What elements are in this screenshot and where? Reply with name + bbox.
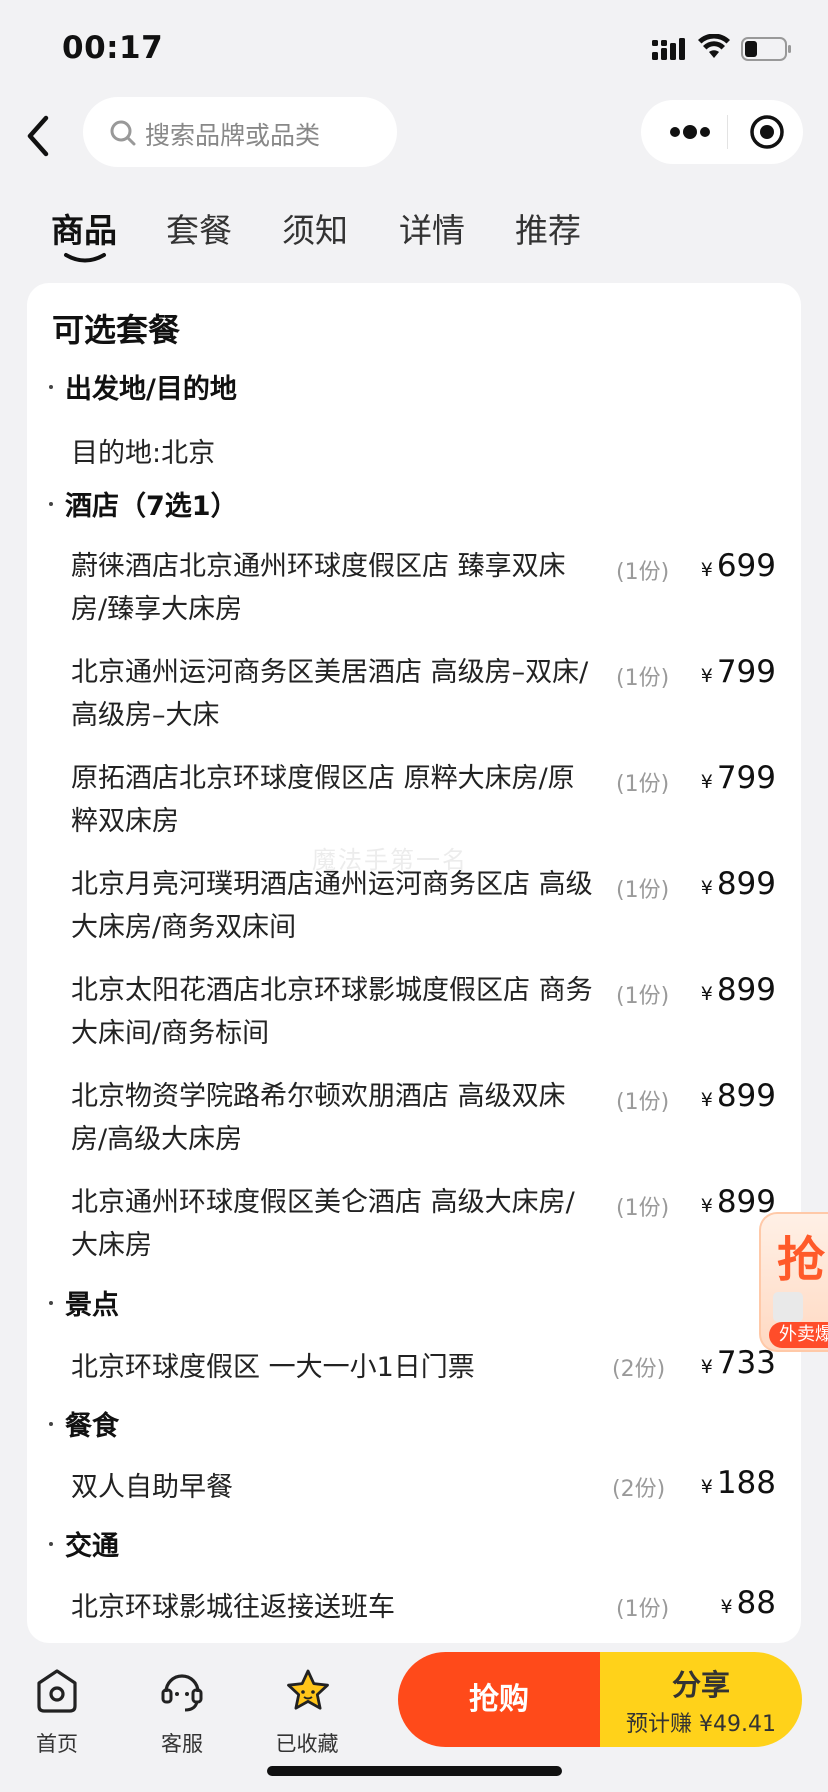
hotel-qty: (1份)	[616, 772, 670, 797]
hotel-price: ¥699	[700, 548, 776, 584]
active-tab-indicator	[64, 253, 106, 263]
card-title: 可选套餐	[52, 311, 181, 349]
signal-icon	[652, 38, 685, 60]
share-label: 分享	[671, 1668, 730, 1702]
section-departure-label: 出发地/目的地	[65, 374, 237, 405]
star-icon	[287, 1669, 329, 1710]
section-scenic: 景点	[49, 1283, 119, 1322]
hotel-name: 北京通州运河商务区美居酒店 高级房–双床/高级房–大床	[71, 657, 589, 731]
meal-qty: (2份)	[612, 1477, 666, 1502]
share-earn-text: 预计赚 ¥49.41	[626, 1712, 776, 1737]
share-button[interactable]: 分享 预计赚 ¥49.41	[600, 1652, 802, 1747]
home-icon	[37, 1669, 77, 1713]
close-miniprogram-icon[interactable]	[749, 114, 785, 150]
hotel-qty: (1份)	[616, 1090, 670, 1115]
section-hotel-label: 酒店（7选1）	[65, 491, 238, 522]
more-icon[interactable]	[665, 118, 715, 146]
package-card: 可选套餐 出发地/目的地 目的地:北京 酒店（7选1） 蔚徕酒店北京通州环球度假…	[27, 283, 801, 1643]
tab-products[interactable]: 商品	[51, 204, 117, 252]
buy-now-button[interactable]: 抢购	[398, 1652, 600, 1747]
status-bar: 00:17	[0, 0, 828, 96]
hotel-name: 北京物资学院路希尔顿欢朋酒店 高级双床房/高级大床房	[71, 1081, 566, 1155]
destination-text: 目的地:北京	[71, 438, 216, 469]
home-indicator	[267, 1766, 562, 1776]
section-departure: 出发地/目的地	[49, 367, 237, 406]
tab-bar: 商品 套餐 须知 详情 推荐	[0, 200, 828, 268]
home-label: 首页	[36, 1732, 78, 1756]
promo-image	[773, 1292, 803, 1322]
search-icon	[110, 120, 136, 146]
service-label: 客服	[161, 1732, 203, 1756]
hotel-name: 北京太阳花酒店北京环球影城度假区店 商务大床间/商务标间	[71, 975, 593, 1049]
section-meal-label: 餐食	[65, 1411, 119, 1442]
wifi-icon	[698, 34, 730, 58]
watermark: 魔法手第一名	[312, 846, 468, 874]
scenic-price: ¥733	[700, 1345, 776, 1381]
hotel-price: ¥799	[700, 760, 776, 796]
miniprogram-capsule	[641, 100, 803, 164]
promo-tag: 外卖爆	[769, 1322, 828, 1348]
tab-notice[interactable]: 须知	[282, 204, 348, 252]
hotel-price: ¥899	[700, 866, 776, 902]
hotel-qty: (1份)	[616, 1196, 670, 1221]
search-placeholder: 搜索品牌或品类	[145, 121, 321, 150]
hotel-name: 原拓酒店北京环球度假区店 原粹大床房/原粹双床房	[71, 763, 575, 837]
section-meal: 餐食	[49, 1404, 119, 1443]
section-hotel: 酒店（7选1）	[49, 484, 238, 523]
tab-recommend[interactable]: 推荐	[515, 204, 581, 252]
meal-price: ¥188	[700, 1465, 776, 1501]
back-icon[interactable]	[22, 108, 78, 164]
hotel-price: ¥899	[700, 1184, 776, 1220]
status-time: 00:17	[62, 30, 164, 66]
hotel-name: 北京月亮河璞玥酒店通州运河商务区店 高级大床房/商务双床间	[71, 869, 593, 943]
floating-promo-badge[interactable]: 抢 外卖爆	[759, 1212, 828, 1352]
headset-icon	[161, 1674, 203, 1712]
section-transport: 交通	[49, 1524, 119, 1563]
hotel-name: 北京通州环球度假区美仑酒店 高级大床房/大床房	[71, 1187, 575, 1261]
transport-name: 北京环球影城往返接送班车	[71, 1592, 395, 1623]
transport-price: ¥88	[720, 1585, 776, 1621]
hotel-price: ¥899	[700, 1078, 776, 1114]
hotel-qty: (1份)	[616, 560, 670, 585]
meal-name: 双人自助早餐	[71, 1472, 233, 1503]
section-scenic-label: 景点	[65, 1290, 119, 1321]
scenic-qty: (2份)	[612, 1357, 666, 1382]
battery-icon	[741, 37, 791, 61]
promo-char: 抢	[777, 1232, 826, 1288]
favorite-label: 已收藏	[275, 1732, 339, 1756]
tab-packages[interactable]: 套餐	[166, 204, 232, 252]
hotel-qty: (1份)	[616, 666, 670, 691]
scenic-name: 北京环球度假区 一大一小1日门票	[71, 1352, 475, 1383]
capsule-divider	[727, 115, 728, 149]
section-transport-label: 交通	[65, 1531, 119, 1562]
transport-qty: (1份)	[616, 1597, 670, 1622]
hotel-price: ¥799	[700, 654, 776, 690]
hotel-qty: (1份)	[616, 878, 670, 903]
tab-details[interactable]: 详情	[399, 204, 465, 252]
search-input[interactable]: 搜索品牌或品类	[83, 97, 397, 167]
hotel-price: ¥899	[700, 972, 776, 1008]
hotel-name: 蔚徕酒店北京通州环球度假区店 臻享双床房/臻享大床房	[71, 551, 566, 625]
hotel-qty: (1份)	[616, 984, 670, 1009]
